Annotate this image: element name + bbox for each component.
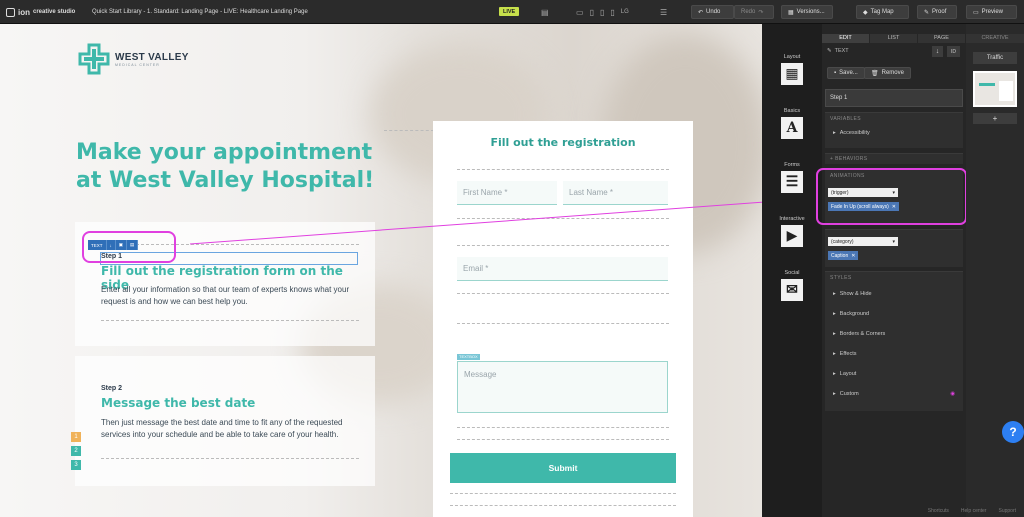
chevron-down-icon: ▾ <box>892 238 895 245</box>
row-label: Show & Hide <box>839 291 872 297</box>
row-label: Effects <box>839 351 857 357</box>
style-row-layout[interactable]: ▸ Layout <box>825 364 963 384</box>
style-row-borders[interactable]: ▸ Borders & Corners <box>825 324 963 344</box>
page-thumbnail[interactable] <box>973 71 1017 107</box>
id-icon[interactable]: ID <box>947 46 960 57</box>
tab-list[interactable]: LIST <box>870 34 918 43</box>
status-bar: Shortcuts Help center Support <box>822 505 1024 517</box>
close-icon[interactable]: ✕ <box>851 253 855 259</box>
help-center-link[interactable]: Help center <box>961 508 987 514</box>
sidebar-item-label: Basics <box>783 108 801 114</box>
sidebar-item-label: Interactive <box>779 216 805 222</box>
style-row-custom[interactable]: ▸ Custom ◉ <box>825 384 963 404</box>
panel-tabs: EDIT LIST PAGE <box>822 34 966 43</box>
shortcuts-link[interactable]: Shortcuts <box>928 508 949 514</box>
trash-icon: 🗑 <box>871 70 879 77</box>
help-icon[interactable]: ? <box>1002 421 1024 443</box>
caret-right-icon: ▸ <box>833 371 836 377</box>
traffic-button[interactable]: Traffic <box>973 52 1017 64</box>
forms-icon: ☰ <box>781 171 803 193</box>
row-label: Borders & Corners <box>839 331 886 337</box>
tab-creative[interactable]: CREATIVE <box>966 34 1024 43</box>
sidebar-item-basics[interactable]: Basics A <box>762 108 822 139</box>
style-row-background[interactable]: ▸ Background <box>825 304 963 324</box>
layout-icon: ▦ <box>781 63 803 85</box>
sidebar-item-label: Social <box>784 270 800 276</box>
support-link[interactable]: Support <box>998 508 1016 514</box>
element-type-label: TEXT <box>834 48 849 54</box>
row-label: Accessibility <box>839 130 870 136</box>
categories-section <box>825 229 963 267</box>
caret-right-icon: ▸ <box>833 331 836 337</box>
row-label: Background <box>839 311 870 317</box>
section-heading[interactable]: + BEHAVIORS <box>825 154 963 165</box>
caret-right-icon: ▸ <box>833 311 836 317</box>
caret-right-icon: ▸ <box>833 391 836 397</box>
custom-flag-icon: ◉ <box>950 391 955 397</box>
chat-icon: ✉ <box>781 279 803 301</box>
style-row-effects[interactable]: ▸ Effects <box>825 344 963 364</box>
section-heading: STYLES <box>830 275 852 281</box>
element-sidebar: Layout ▦ Basics A Forms ☰ Interactive ▶ … <box>762 24 822 517</box>
pencil-icon: ✎ <box>827 48 832 54</box>
select-value: (category) <box>831 238 854 245</box>
caret-right-icon: ▸ <box>833 351 836 357</box>
variables-section: VARIABLES ▸ Accessibility <box>825 112 963 148</box>
styles-section: STYLES ▸ Show & Hide ▸ Background ▸ Borders… <box>825 271 963 411</box>
sidebar-item-interactive[interactable]: Interactive ▶ <box>762 216 822 247</box>
save-label: Save... <box>839 70 858 76</box>
chip-label: Caption <box>831 252 849 259</box>
sidebar-item-forms[interactable]: Forms ☰ <box>762 162 822 193</box>
play-icon: ▶ <box>781 225 803 247</box>
sidebar-item-social[interactable]: Social ✉ <box>762 270 822 301</box>
highlight-ring-animations <box>816 168 967 225</box>
text-icon: A <box>781 117 803 139</box>
thumbnail-title <box>979 83 995 86</box>
add-page-button[interactable]: + <box>973 113 1017 124</box>
creative-panel: CREATIVE Traffic + <box>966 24 1024 517</box>
tab-edit[interactable]: EDIT <box>822 34 870 43</box>
element-name-input[interactable]: Step 1 <box>825 89 963 107</box>
category-select[interactable]: (category) ▾ <box>828 237 898 246</box>
sidebar-item-label: Forms <box>784 162 800 168</box>
accessibility-row[interactable]: ▸ Accessibility <box>825 125 963 141</box>
thumbnail-form <box>999 81 1013 101</box>
save-button[interactable]: ▪ Save... <box>827 67 865 79</box>
section-heading: VARIABLES <box>830 116 862 122</box>
remove-button[interactable]: 🗑 Remove <box>864 67 911 79</box>
row-label: Layout <box>839 371 857 377</box>
behaviors-section[interactable]: + BEHAVIORS <box>825 153 963 164</box>
caret-right-icon: ▸ <box>833 291 836 297</box>
remove-label: Remove <box>881 70 904 76</box>
caption-chip[interactable]: Caption ✕ <box>828 251 859 260</box>
style-row-show-hide[interactable]: ▸ Show & Hide <box>825 284 963 304</box>
save-icon: ▪ <box>834 70 837 76</box>
tab-page[interactable]: PAGE <box>918 34 966 43</box>
sidebar-item-label: Layout <box>783 54 801 60</box>
caret-right-icon: ▸ <box>833 130 836 136</box>
row-label: Custom <box>839 391 859 397</box>
edit-panel: EDIT LIST PAGE ✎ TEXT ↓ ID ▪ Save... 🗑 Remo… <box>822 24 966 517</box>
sidebar-item-layout[interactable]: Layout ▦ <box>762 54 822 85</box>
download-icon[interactable]: ↓ <box>932 46 943 57</box>
element-type: ✎ TEXT <box>827 48 849 54</box>
